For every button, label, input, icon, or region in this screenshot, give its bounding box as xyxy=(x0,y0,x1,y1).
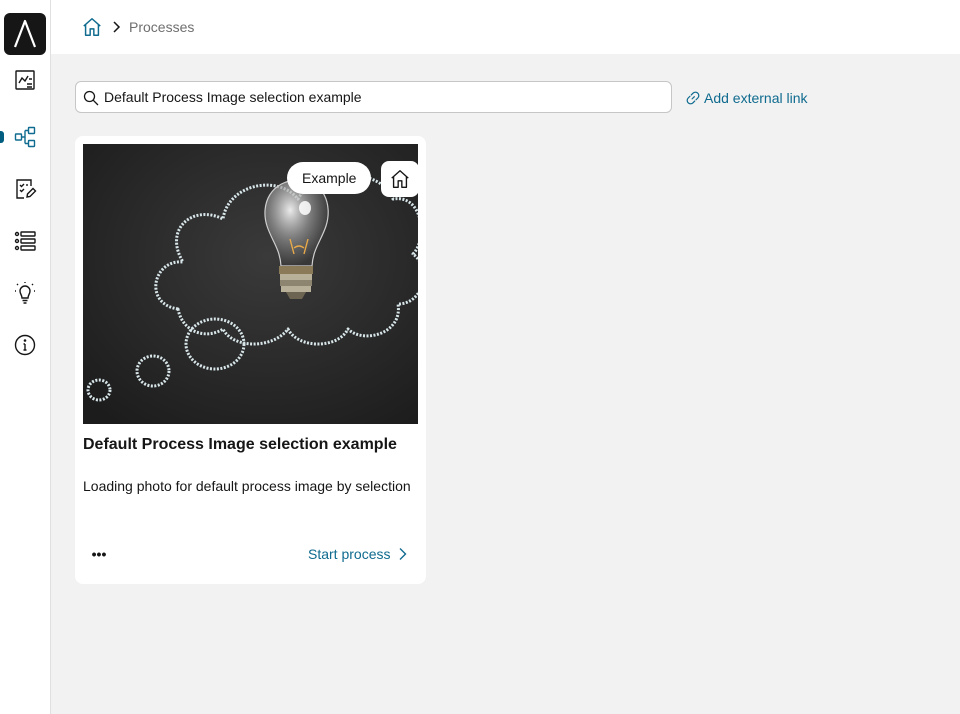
logo-icon xyxy=(13,19,37,48)
lightbulb-icon xyxy=(15,282,35,304)
search-input[interactable] xyxy=(104,82,664,112)
app-logo[interactable] xyxy=(4,13,46,55)
process-card[interactable]: Example Default Process Image selection … xyxy=(75,136,426,584)
sidebar-item-processes[interactable] xyxy=(0,117,50,157)
search-box xyxy=(75,81,672,113)
breadcrumb-current: Processes xyxy=(129,19,195,35)
info-icon xyxy=(14,334,36,356)
card-home-button[interactable] xyxy=(381,161,418,197)
top-bar: Processes xyxy=(51,0,960,54)
chart-board-icon xyxy=(15,70,35,90)
process-image: Example xyxy=(83,144,418,424)
sidebar-item-lists[interactable] xyxy=(0,221,50,261)
list-icon xyxy=(14,231,36,251)
card-title: Default Process Image selection example xyxy=(83,436,397,453)
process-flow-icon xyxy=(14,126,36,148)
task-edit-icon xyxy=(16,179,37,199)
add-external-link[interactable]: Add external link xyxy=(686,90,808,106)
start-process-label: Start process xyxy=(308,546,391,562)
sidebar-item-ideas[interactable] xyxy=(0,273,50,313)
home-icon[interactable] xyxy=(81,16,103,38)
link-icon xyxy=(686,91,700,105)
start-process-button[interactable]: Start process xyxy=(308,546,407,562)
example-tag: Example xyxy=(287,162,372,194)
add-external-link-label: Add external link xyxy=(704,90,808,106)
home-icon xyxy=(391,170,409,188)
sidebar-item-tasks[interactable] xyxy=(0,169,50,209)
sidebar-item-info[interactable] xyxy=(0,325,50,365)
chevron-right-icon xyxy=(113,21,121,33)
search-icon xyxy=(83,90,99,106)
sidebar xyxy=(0,0,51,714)
more-options-button[interactable]: ••• xyxy=(89,546,109,566)
chevron-right-icon xyxy=(399,548,407,560)
card-description: Loading photo for default process image … xyxy=(83,478,411,494)
sidebar-item-dashboard[interactable] xyxy=(0,60,50,100)
